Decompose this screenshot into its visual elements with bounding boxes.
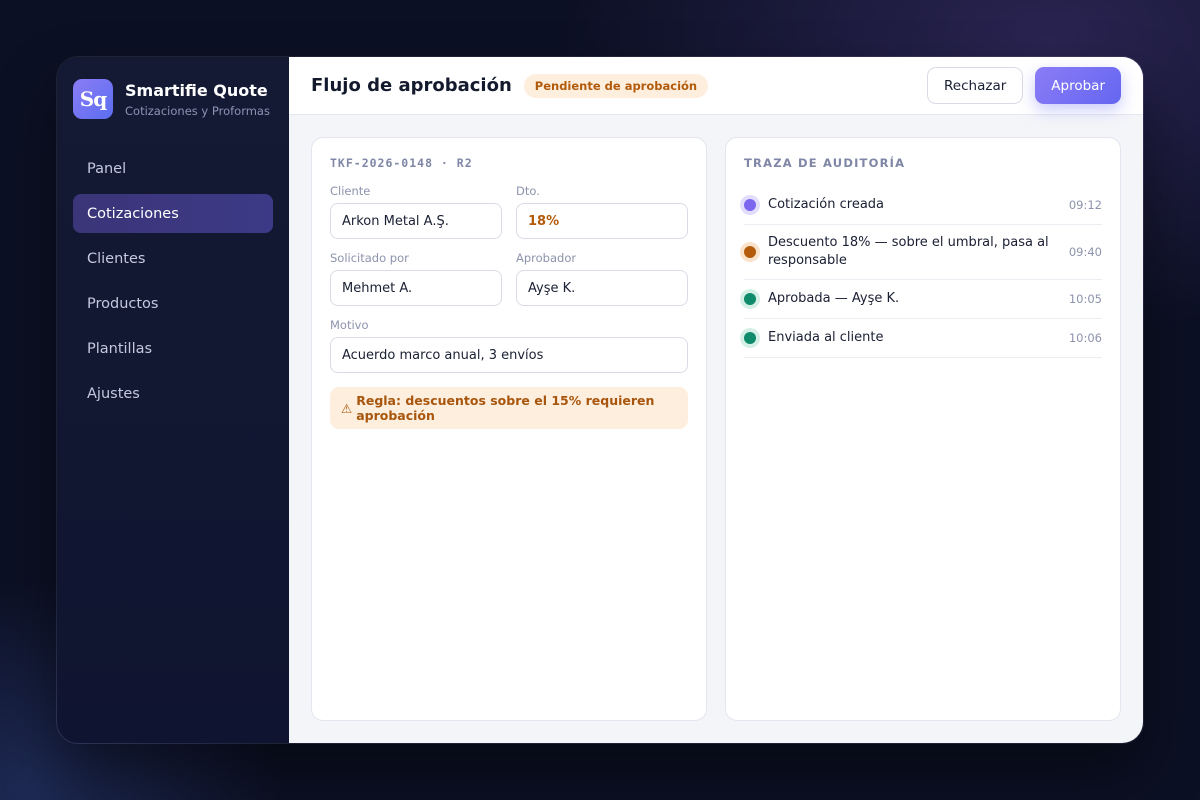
brand-title: Smartifie Quote	[125, 80, 268, 100]
status-dot-icon	[744, 293, 756, 305]
logo-icon: Sq	[73, 79, 113, 119]
field-row: Solicitado por Mehmet A. Aprobador Ayşe …	[330, 251, 688, 306]
requested-by-field: Solicitado por Mehmet A.	[330, 251, 502, 306]
status-dot-icon	[744, 246, 756, 258]
sidebar-nav: Panel Cotizaciones Clientes Productos Pl…	[73, 149, 273, 413]
sidebar-item-clientes[interactable]: Clientes	[73, 239, 273, 278]
audit-item: Descuento 18% — sobre el umbral, pasa al…	[744, 225, 1102, 280]
sidebar-item-panel[interactable]: Panel	[73, 149, 273, 188]
status-badge: Pendiente de aprobación	[523, 73, 709, 98]
audit-event-text: Descuento 18% — sobre el umbral, pasa al…	[768, 235, 1049, 268]
audit-event-text: Aprobada — Ayşe K.	[768, 291, 900, 306]
status-dot-icon	[744, 199, 756, 211]
sidebar-item-productos[interactable]: Productos	[73, 284, 273, 323]
discount-label: Dto.	[516, 184, 540, 198]
quote-card: TKF-2026-0148 · R2 Cliente Arkon Metal A…	[311, 137, 707, 721]
discount-rule-banner: ⚠ Regla: descuentos sobre el 15% requier…	[330, 387, 688, 429]
audit-event-time: 09:12	[1068, 198, 1102, 212]
audit-event-time: 10:05	[1068, 292, 1102, 306]
audit-card: TRAZA DE AUDITORÍA Cotización creada 09:1…	[725, 137, 1121, 721]
audit-event-text: Enviada al cliente	[768, 330, 884, 345]
client-label: Cliente	[330, 184, 371, 198]
reason-label: Motivo	[330, 318, 369, 332]
main-area: Flujo de aprobación Pendiente de aprobac…	[289, 57, 1143, 743]
rule-text: Regla: descuentos sobre el 15% requieren…	[356, 393, 655, 423]
audit-event-time: 09:40	[1068, 245, 1102, 259]
audit-item: Aprobada — Ayşe K. 10:05	[744, 280, 1102, 319]
discount-input[interactable]: 18%	[516, 203, 688, 239]
requested-by-label: Solicitado por	[330, 251, 409, 265]
reject-button[interactable]: Rechazar	[927, 67, 1024, 104]
quote-reference: TKF-2026-0148 · R2	[330, 156, 473, 170]
brand-subtitle: Cotizaciones y Proformas	[125, 103, 270, 118]
audit-event-time: 10:06	[1068, 331, 1102, 345]
topbar: Flujo de aprobación Pendiente de aprobac…	[289, 57, 1143, 115]
approver-input[interactable]: Ayşe K.	[516, 270, 688, 306]
audit-title: TRAZA DE AUDITORÍA	[744, 156, 906, 170]
page-title: Flujo de aprobación	[311, 75, 512, 96]
sidebar-item-cotizaciones[interactable]: Cotizaciones	[73, 194, 273, 233]
client-field: Cliente Arkon Metal A.Ş.	[330, 184, 502, 239]
requested-by-input[interactable]: Mehmet A.	[330, 270, 502, 306]
sidebar-item-ajustes[interactable]: Ajustes	[73, 374, 273, 413]
reason-field: Motivo Acuerdo marco anual, 3 envíos	[330, 318, 688, 373]
approve-button[interactable]: Aprobar	[1035, 67, 1121, 104]
audit-item: Cotización creada 09:12	[744, 186, 1102, 225]
sidebar: Sq Smartifie Quote Cotizaciones y Profor…	[57, 57, 289, 743]
warning-icon: ⚠	[341, 400, 353, 416]
reason-input[interactable]: Acuerdo marco anual, 3 envíos	[330, 337, 688, 373]
status-dot-icon	[744, 332, 756, 344]
audit-list: Cotización creada 09:12 Descuento 18% — so…	[744, 186, 1102, 358]
field-row: Cliente Arkon Metal A.Ş. Dto. 18%	[330, 184, 688, 239]
discount-field: Dto. 18%	[516, 184, 688, 239]
client-input[interactable]: Arkon Metal A.Ş.	[330, 203, 502, 239]
content: TKF-2026-0148 · R2 Cliente Arkon Metal A…	[289, 115, 1143, 743]
approver-field: Aprobador Ayşe K.	[516, 251, 688, 306]
brand: Sq Smartifie Quote Cotizaciones y Profor…	[73, 79, 273, 119]
audit-event-text: Cotización creada	[768, 197, 885, 212]
app-window: Sq Smartifie Quote Cotizaciones y Profor…	[56, 56, 1144, 744]
sidebar-item-plantillas[interactable]: Plantillas	[73, 329, 273, 368]
approver-label: Aprobador	[516, 251, 577, 265]
audit-item: Enviada al cliente 10:06	[744, 319, 1102, 358]
